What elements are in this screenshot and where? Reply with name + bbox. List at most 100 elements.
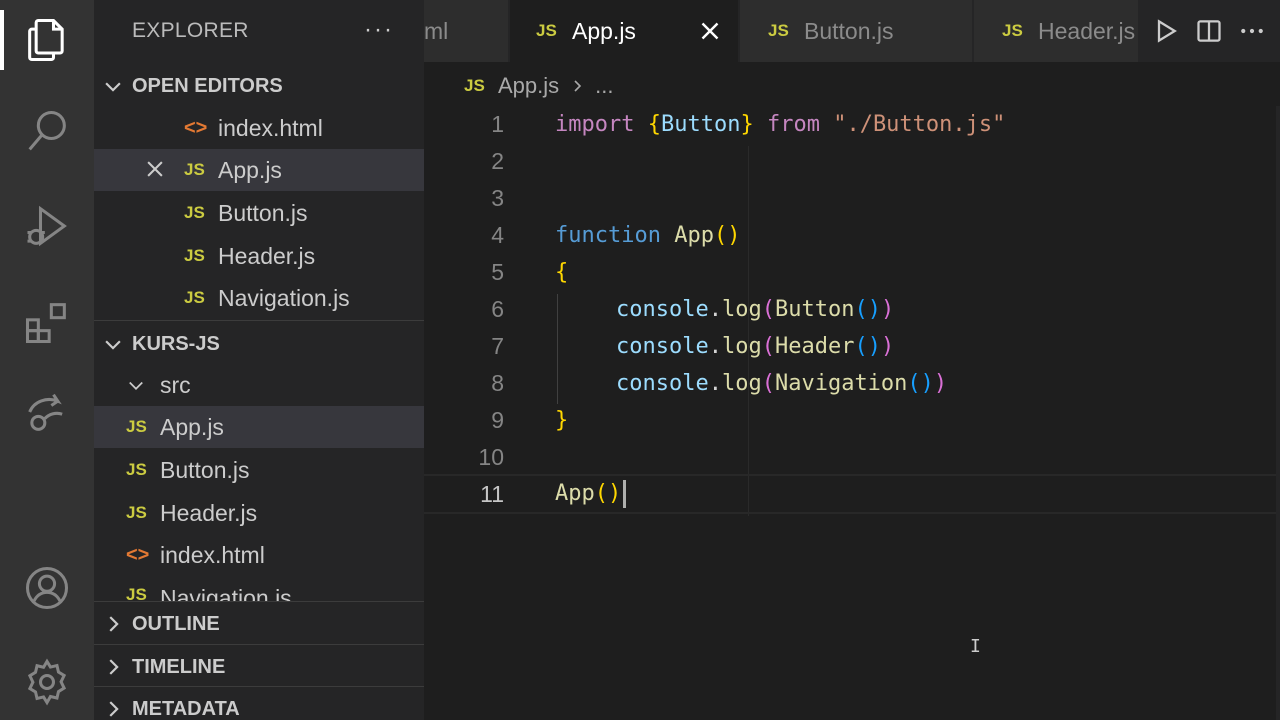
- open-editor-item[interactable]: <> index.html: [94, 107, 424, 149]
- chevron-down-icon: [94, 75, 132, 97]
- open-editor-label: App.js: [218, 156, 282, 183]
- line-number: 5: [491, 259, 504, 285]
- code-line: 10: [424, 439, 1280, 476]
- tab-app-js[interactable]: JS App.js: [510, 0, 738, 62]
- mouse-ibeam-icon: I: [970, 636, 981, 657]
- accounts-button[interactable]: [0, 548, 94, 628]
- activity-bar: [0, 0, 94, 720]
- line-content: {: [555, 260, 569, 285]
- explorer-sidebar: EXPLORER ··· OPEN EDITORS <> index.html …: [94, 0, 424, 720]
- more-actions-icon[interactable]: [1238, 17, 1266, 45]
- extensions-icon: [25, 303, 66, 344]
- tab-header-js[interactable]: JS Header.js: [974, 0, 1138, 62]
- search-button[interactable]: [0, 92, 94, 172]
- code-editor[interactable]: 1 import {Button} from "./Button.js" 2 3…: [424, 106, 1280, 720]
- open-editor-item[interactable]: JS App.js: [94, 149, 424, 191]
- open-editor-label: Header.js: [218, 242, 316, 269]
- manage-button[interactable]: [0, 642, 94, 720]
- remote-icon: [28, 393, 63, 431]
- open-editors-label: OPEN EDITORS: [132, 74, 283, 97]
- file-label: Navigation.js: [160, 585, 292, 601]
- file-item[interactable]: JS Header.js: [94, 492, 424, 534]
- gear-icon: [27, 658, 67, 706]
- debug-icon: [27, 205, 67, 247]
- close-icon[interactable]: [698, 19, 722, 43]
- code-line: 4 function App(): [424, 217, 1280, 254]
- editor-tabs: ml JS App.js JS Button.js JS Header.js: [424, 0, 1280, 62]
- file-label: Button.js: [160, 456, 250, 483]
- line-number: 8: [491, 370, 504, 396]
- split-editor-icon[interactable]: [1195, 17, 1223, 45]
- open-editor-item[interactable]: JS Button.js: [94, 192, 424, 234]
- open-editors-header[interactable]: OPEN EDITORS: [94, 64, 424, 108]
- html-file-icon: <>: [126, 543, 150, 566]
- open-editor-item[interactable]: JS Navigation.js: [94, 277, 424, 319]
- js-file-icon: JS: [536, 21, 557, 40]
- line-content: console.log(Header()): [616, 334, 895, 359]
- line-number: 4: [491, 222, 504, 248]
- search-icon: [28, 110, 66, 151]
- more-actions-icon[interactable]: ···: [364, 16, 394, 44]
- open-editor-item[interactable]: JS Header.js: [94, 235, 424, 277]
- file-item[interactable]: JS Navigation.js: [94, 577, 424, 601]
- text-cursor: [623, 480, 627, 508]
- file-item[interactable]: JS App.js: [94, 406, 424, 448]
- files-icon: [28, 18, 64, 62]
- line-content: import {Button} from "./Button.js": [555, 112, 1006, 137]
- close-icon[interactable]: [144, 158, 166, 180]
- breadcrumb-symbol[interactable]: ...: [595, 73, 613, 99]
- current-line: 11 App(): [424, 474, 1280, 514]
- js-file-icon: JS: [1002, 21, 1023, 40]
- js-file-icon: JS: [464, 76, 485, 95]
- line-number: 1: [491, 111, 504, 137]
- file-item[interactable]: <> index.html: [94, 534, 424, 576]
- metadata-label: METADATA: [132, 697, 240, 720]
- file-label: App.js: [160, 413, 224, 440]
- code-line: 6 console.log(Button()): [424, 291, 1280, 328]
- js-file-icon: JS: [184, 160, 205, 179]
- line-number: 10: [478, 444, 504, 470]
- file-label: index.html: [160, 541, 265, 568]
- outline-header[interactable]: OUTLINE: [94, 602, 424, 646]
- js-file-icon: JS: [184, 203, 205, 222]
- line-content: App(): [555, 480, 627, 508]
- js-file-icon: JS: [126, 585, 147, 601]
- file-item[interactable]: JS Button.js: [94, 449, 424, 491]
- run-icon[interactable]: [1152, 17, 1180, 45]
- chevron-down-icon: [94, 333, 132, 355]
- file-label: Header.js: [160, 499, 258, 526]
- metadata-header[interactable]: METADATA: [94, 687, 424, 720]
- breadcrumb-file[interactable]: App.js: [498, 73, 559, 99]
- tab-label: ml: [424, 17, 449, 44]
- line-content: }: [555, 408, 569, 433]
- timeline-header[interactable]: TIMELINE: [94, 645, 424, 689]
- open-editor-label: Button.js: [218, 199, 308, 226]
- js-file-icon: JS: [126, 417, 147, 436]
- js-file-icon: JS: [768, 21, 789, 40]
- line-number: 11: [480, 480, 504, 507]
- js-file-icon: JS: [126, 460, 147, 479]
- chevron-right-icon: [94, 656, 132, 678]
- editor-scrollbar[interactable]: [1276, 106, 1280, 720]
- code-line: 2: [424, 143, 1280, 180]
- remote-explorer-button[interactable]: [0, 372, 94, 452]
- chevron-down-icon: [124, 375, 148, 395]
- code-line: 3: [424, 180, 1280, 217]
- code-line: 9 }: [424, 402, 1280, 439]
- project-header[interactable]: KURS-JS: [94, 322, 424, 366]
- line-number: 7: [491, 333, 504, 359]
- tab-label: Button.js: [804, 17, 894, 44]
- code-line: 5 {: [424, 254, 1280, 291]
- open-editor-label: Navigation.js: [218, 284, 350, 311]
- js-file-icon: JS: [126, 503, 147, 522]
- run-debug-button[interactable]: [0, 186, 94, 266]
- tab-label: App.js: [572, 17, 636, 44]
- folder-src[interactable]: src: [94, 364, 424, 406]
- code-line: 8 console.log(Navigation()): [424, 365, 1280, 402]
- explorer-button[interactable]: [0, 0, 94, 80]
- line-number: 9: [491, 407, 504, 433]
- line-number: 3: [491, 185, 504, 211]
- tab-button-js[interactable]: JS Button.js: [740, 0, 972, 62]
- tab-index-html[interactable]: ml: [424, 0, 508, 62]
- extensions-button[interactable]: [0, 282, 94, 362]
